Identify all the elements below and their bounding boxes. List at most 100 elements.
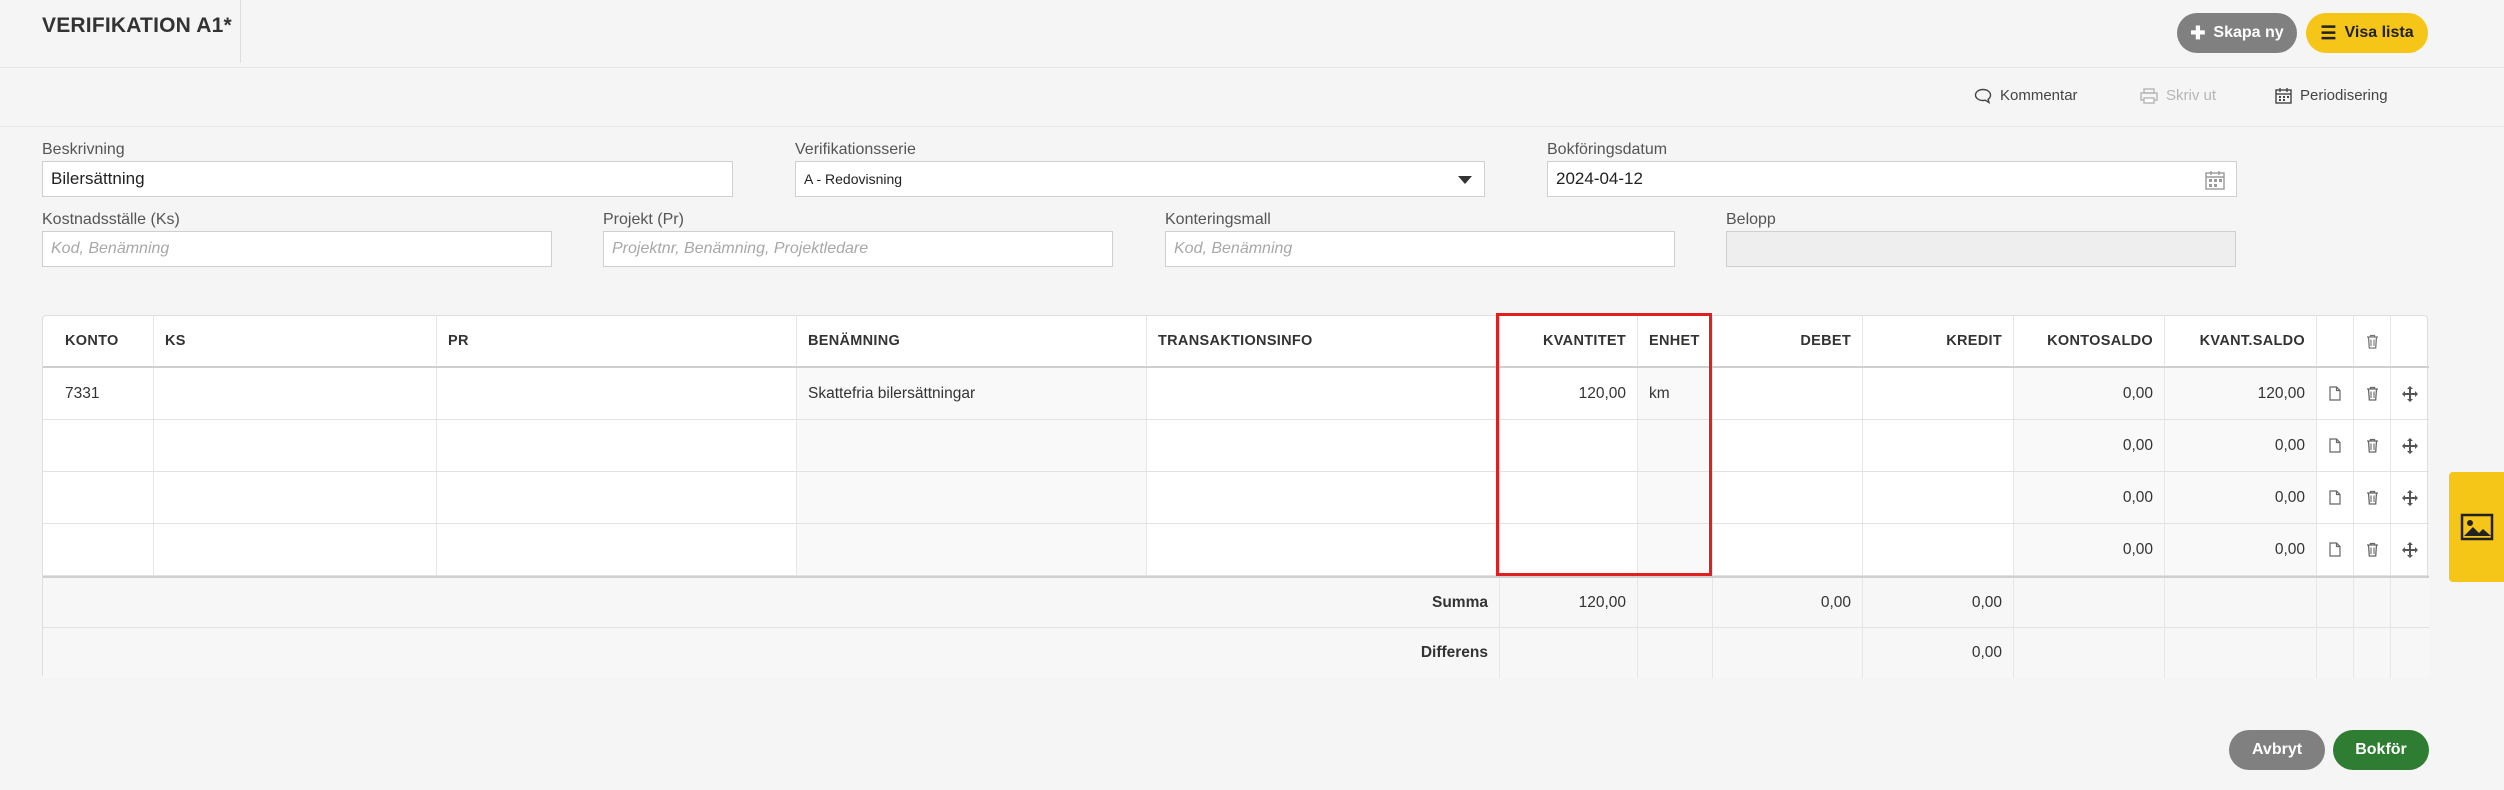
row-move-cell — [2391, 368, 2429, 419]
cell-transinfo[interactable] — [1147, 420, 1500, 471]
col-pr[interactable]: PR — [437, 316, 797, 366]
print-label: Skriv ut — [2166, 87, 2217, 104]
cell-debet[interactable] — [1713, 420, 1863, 471]
amount-input — [1726, 231, 2236, 267]
sum-kontosaldo — [2014, 578, 2165, 627]
cell-kvantitet[interactable] — [1500, 420, 1638, 471]
comment-action[interactable]: Kommentar — [1974, 87, 2078, 104]
cost-center-input[interactable]: Kod, Benämning — [42, 231, 552, 267]
cell-benamning[interactable] — [797, 472, 1147, 523]
col-benamning[interactable]: BENÄMNING — [797, 316, 1147, 366]
col-transinfo[interactable]: TRANSAKTIONSINFO — [1147, 316, 1500, 366]
table-row[interactable]: 0,00 0,00 — [43, 472, 2429, 524]
col-kredit[interactable]: KREDIT — [1863, 316, 2014, 366]
comment-label: Kommentar — [2000, 87, 2078, 104]
difference-debet — [1713, 628, 1863, 678]
cell-konto[interactable] — [43, 524, 154, 575]
cell-konto[interactable]: 7331 — [43, 368, 154, 419]
description-input[interactable]: Bilersättning — [42, 161, 733, 197]
col-kontosaldo[interactable]: KONTOSALDO — [2014, 316, 2165, 366]
cell-enhet[interactable] — [1638, 524, 1713, 575]
cell-pr[interactable] — [437, 524, 797, 575]
cell-enhet[interactable] — [1638, 472, 1713, 523]
cell-kvantitet[interactable]: 120,00 — [1500, 368, 1638, 419]
cell-kredit[interactable] — [1863, 524, 2014, 575]
row-doc-cell — [2317, 368, 2354, 419]
col-kvantsaldo[interactable]: KVANT.SALDO — [2165, 316, 2317, 366]
move-icon[interactable] — [2402, 437, 2418, 454]
cell-pr[interactable] — [437, 420, 797, 471]
col-konto[interactable]: KONTO — [43, 316, 154, 366]
cell-ks[interactable] — [154, 472, 437, 523]
cell-konto[interactable] — [43, 472, 154, 523]
cancel-button[interactable]: Avbryt — [2229, 730, 2325, 770]
calendar-icon — [2275, 88, 2292, 104]
cell-kredit[interactable] — [1863, 368, 2014, 419]
col-delete — [2354, 316, 2391, 366]
trash-icon[interactable] — [2366, 542, 2379, 557]
cell-transinfo[interactable] — [1147, 472, 1500, 523]
series-select[interactable]: A - Redovisning — [795, 161, 1485, 197]
move-icon[interactable] — [2402, 385, 2418, 402]
cell-benamning[interactable]: Skattefria bilersättningar — [797, 368, 1147, 419]
action-row: Kommentar Skriv ut Periodisering — [0, 69, 2504, 127]
move-icon[interactable] — [2402, 489, 2418, 506]
col-ks[interactable]: KS — [154, 316, 437, 366]
col-enhet[interactable]: ENHET — [1638, 316, 1713, 366]
document-icon[interactable] — [2329, 386, 2341, 401]
col-doc — [2317, 316, 2354, 366]
col-kvantitet[interactable]: KVANTITET — [1500, 316, 1638, 366]
accrual-action[interactable]: Periodisering — [2275, 87, 2388, 104]
series-value: A - Redovisning — [804, 171, 903, 187]
cell-kvantsaldo: 0,00 — [2165, 524, 2317, 575]
row-move-cell — [2391, 524, 2429, 575]
cell-ks[interactable] — [154, 524, 437, 575]
book-button[interactable]: Bokför — [2333, 730, 2429, 770]
sum-kvantitet: 120,00 — [1500, 578, 1638, 627]
document-icon[interactable] — [2329, 438, 2341, 453]
cell-kontosaldo: 0,00 — [2014, 472, 2165, 523]
amount-label: Belopp — [1726, 211, 1776, 228]
cell-kredit[interactable] — [1863, 420, 2014, 471]
cell-ks[interactable] — [154, 420, 437, 471]
sum-row: Summa 120,00 0,00 0,00 — [43, 576, 2429, 628]
template-label: Konteringsmall — [1165, 211, 1271, 228]
date-label: Bokföringsdatum — [1547, 141, 1668, 158]
create-new-button[interactable]: ✚ Skapa ny — [2177, 13, 2297, 53]
document-icon[interactable] — [2329, 490, 2341, 505]
trash-icon[interactable] — [2366, 438, 2379, 453]
move-icon[interactable] — [2402, 541, 2418, 558]
cell-debet[interactable] — [1713, 368, 1863, 419]
cell-ks[interactable] — [154, 368, 437, 419]
cell-debet[interactable] — [1713, 524, 1863, 575]
cell-pr[interactable] — [437, 368, 797, 419]
table-row[interactable]: 0,00 0,00 — [43, 524, 2429, 576]
project-input[interactable]: Projektnr, Benämning, Projektledare — [603, 231, 1113, 267]
table-row[interactable]: 7331 Skattefria bilersättningar 120,00 k… — [43, 368, 2429, 420]
date-input[interactable]: 2024-04-12 — [1547, 161, 2237, 197]
table-row[interactable]: 0,00 0,00 — [43, 420, 2429, 472]
cell-konto[interactable] — [43, 420, 154, 471]
cell-benamning[interactable] — [797, 420, 1147, 471]
trash-icon[interactable] — [2366, 334, 2379, 349]
row-doc-cell — [2317, 420, 2354, 471]
cell-kvantitet[interactable] — [1500, 472, 1638, 523]
cell-kredit[interactable] — [1863, 472, 2014, 523]
cell-transinfo[interactable] — [1147, 368, 1500, 419]
show-list-button[interactable]: ☰ Visa lista — [2306, 13, 2428, 53]
col-debet[interactable]: DEBET — [1713, 316, 1863, 366]
trash-icon[interactable] — [2366, 386, 2379, 401]
cell-benamning[interactable] — [797, 524, 1147, 575]
cell-enhet[interactable]: km — [1638, 368, 1713, 419]
cell-enhet[interactable] — [1638, 420, 1713, 471]
trash-icon[interactable] — [2366, 490, 2379, 505]
print-action[interactable]: Skriv ut — [2140, 87, 2216, 104]
cell-pr[interactable] — [437, 472, 797, 523]
template-input[interactable]: Kod, Benämning — [1165, 231, 1675, 267]
document-icon[interactable] — [2329, 542, 2341, 557]
cell-kvantitet[interactable] — [1500, 524, 1638, 575]
side-tab[interactable] — [2449, 472, 2504, 582]
cell-debet[interactable] — [1713, 472, 1863, 523]
calendar-icon[interactable] — [2204, 169, 2226, 191]
cell-transinfo[interactable] — [1147, 524, 1500, 575]
